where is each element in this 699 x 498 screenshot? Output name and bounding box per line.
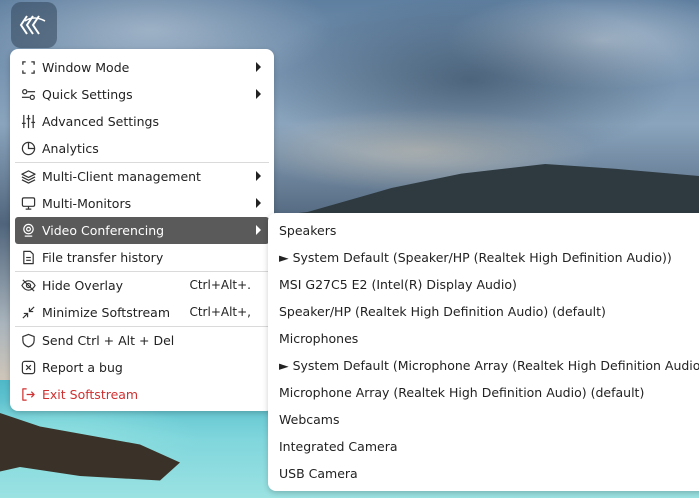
monitor-icon — [21, 196, 36, 211]
exit-icon — [21, 387, 36, 402]
submenu-heading-webcams: Webcams — [279, 412, 340, 427]
sliders-icon — [21, 114, 36, 129]
menu-item-label: File transfer history — [42, 250, 164, 265]
layers-icon — [21, 169, 36, 184]
menu-item-label: Multi-Monitors — [42, 196, 132, 211]
submenu-arrow-icon — [256, 198, 261, 208]
pie-chart-icon — [21, 141, 36, 156]
menu-item-window-mode[interactable]: Window Mode — [15, 54, 269, 81]
menu-item-send-ctrl-alt-del[interactable]: Send Ctrl + Alt + Del — [15, 327, 269, 354]
submenu-item-speaker-msi[interactable]: MSI G27C5 E2 (Intel(R) Display Audio) — [268, 271, 699, 298]
shortcut-label: Ctrl+Alt+, — [189, 305, 251, 319]
menu-item-label: Analytics — [42, 141, 99, 156]
submenu-arrow-icon — [256, 62, 261, 72]
menu-item-hide-overlay[interactable]: Hide Overlay Ctrl+Alt+. — [15, 272, 269, 299]
bug-icon — [21, 360, 36, 375]
softstream-logo-icon — [19, 15, 46, 35]
menu-item-report-bug[interactable]: Report a bug — [15, 354, 269, 381]
menu-item-multi-monitors[interactable]: Multi-Monitors — [15, 190, 269, 217]
overlay-menu: Window Mode Quick Settings Advanced Sett… — [10, 49, 274, 411]
menu-item-minimize-softstream[interactable]: Minimize Softstream Ctrl+Alt+, — [15, 299, 269, 326]
menu-item-label: Minimize Softstream — [42, 305, 170, 320]
minimize-icon — [21, 305, 36, 320]
webcam-icon — [21, 223, 36, 238]
menu-item-exit-softstream[interactable]: Exit Softstream — [15, 381, 269, 408]
submenu-arrow-icon — [256, 225, 261, 235]
submenu-arrow-icon — [256, 171, 261, 181]
menu-item-label: Exit Softstream — [42, 387, 139, 402]
menu-item-label: Quick Settings — [42, 87, 133, 102]
submenu-item-usb-camera[interactable]: USB Camera — [268, 460, 699, 487]
file-icon — [21, 250, 36, 265]
menu-item-label: Video Conferencing — [42, 223, 165, 238]
menu-item-label: Hide Overlay — [42, 278, 124, 293]
submenu-item-speaker-system-default[interactable]: ► System Default (Speaker/HP (Realtek Hi… — [268, 244, 699, 271]
submenu-arrow-icon — [256, 89, 261, 99]
menu-item-label: Window Mode — [42, 60, 130, 75]
menu-item-file-transfer-history[interactable]: File transfer history — [15, 244, 269, 271]
menu-item-analytics[interactable]: Analytics — [15, 135, 269, 162]
menu-item-label: Advanced Settings — [42, 114, 159, 129]
menu-item-video-conferencing[interactable]: Video Conferencing — [15, 217, 269, 244]
submenu-heading-speakers: Speakers — [279, 223, 337, 238]
menu-item-label: Send Ctrl + Alt + Del — [42, 333, 175, 348]
menu-item-advanced-settings[interactable]: Advanced Settings — [15, 108, 269, 135]
menu-item-quick-settings[interactable]: Quick Settings — [15, 81, 269, 108]
submenu-item-integrated-camera[interactable]: Integrated Camera — [268, 433, 699, 460]
window-mode-icon — [21, 60, 36, 75]
video-conferencing-submenu: Speakers ► System Default (Speaker/HP (R… — [268, 213, 699, 491]
shortcut-label: Ctrl+Alt+. — [189, 278, 251, 292]
submenu-item-mic-system-default[interactable]: ► System Default (Microphone Array (Real… — [268, 352, 699, 379]
eye-off-icon — [21, 278, 36, 293]
submenu-item-mic-array[interactable]: Microphone Array (Realtek High Definitio… — [268, 379, 699, 406]
submenu-heading-microphones: Microphones — [279, 331, 359, 346]
submenu-item-speaker-hp[interactable]: Speaker/HP (Realtek High Definition Audi… — [268, 298, 699, 325]
menu-item-label: Report a bug — [42, 360, 123, 375]
menu-item-multi-client[interactable]: Multi-Client management — [15, 163, 269, 190]
quick-settings-icon — [21, 87, 36, 102]
softstream-logo-button[interactable] — [11, 2, 57, 48]
shield-icon — [21, 333, 36, 348]
menu-item-label: Multi-Client management — [42, 169, 201, 184]
